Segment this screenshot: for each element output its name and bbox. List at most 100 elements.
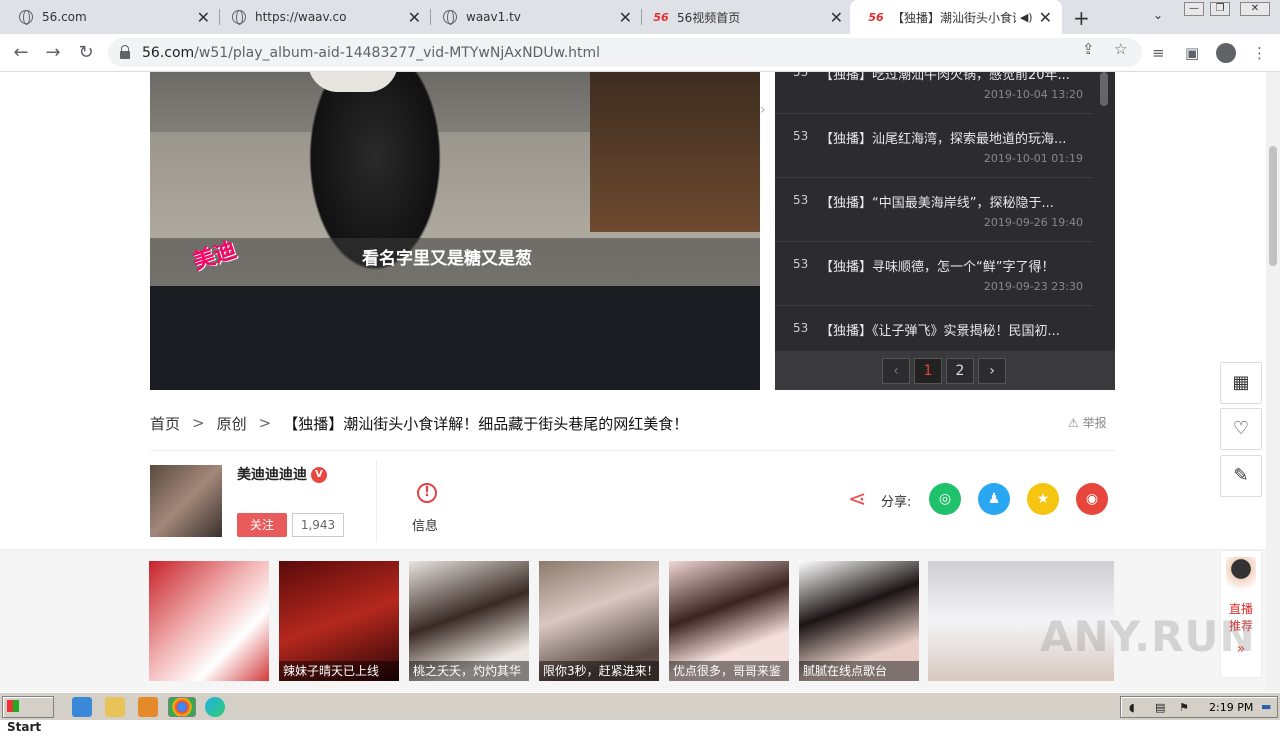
follow-button[interactable]: 关注 — [237, 513, 287, 537]
chevron-down-icon[interactable]: ⌄ — [1153, 8, 1163, 22]
playlist-item-date: 2019-10-04 13:20 — [983, 88, 1083, 101]
start-button[interactable]: Start — [2, 696, 54, 734]
playlist-item[interactable]: 53 【独播】寻味顺德，怎一个“鲜”字了得！ 2019-09-23 23:30 — [775, 242, 1093, 306]
profile-avatar[interactable] — [1216, 43, 1236, 63]
share-page-icon[interactable]: ⇪ — [1082, 40, 1095, 58]
media-player-icon[interactable] — [138, 697, 158, 717]
wechat-share-icon[interactable]: ◎ — [929, 483, 961, 515]
tab-title: 56.com — [42, 10, 87, 24]
verified-badge-icon: V — [311, 467, 327, 483]
playlist-item-title: 【独播】“中国最美海岸线”，探秘隐于... — [820, 196, 1054, 211]
address-bar[interactable]: 56.com/w51/play_album-aid-14483277_vid-M… — [108, 38, 1142, 67]
follower-count: 1,943 — [292, 513, 344, 537]
playlist-item-date: 2019-10-01 01:19 — [983, 152, 1083, 165]
new-tab-button[interactable]: + — [1073, 6, 1090, 30]
playlist-panel: 53 【独播】吃过潮汕牛肉火锅，感觉前20年... 2019-10-04 13:… — [775, 72, 1115, 390]
start-label: Start — [7, 720, 42, 734]
playlist-item[interactable]: 53 【独播】汕尾红海湾，探索最地道的玩海... 2019-10-01 01:1… — [775, 114, 1093, 178]
page-content: 看名字里又是糖又是葱 美迪 › 53 【独播】吃过潮汕牛肉火锅，感觉前20年..… — [0, 72, 1266, 692]
close-icon[interactable]: ✕ — [619, 8, 632, 27]
qr-code-icon[interactable]: ▦ — [1220, 362, 1262, 404]
feedback-icon[interactable]: ✎ — [1220, 455, 1262, 497]
qzone-share-icon[interactable]: ★ — [1027, 483, 1059, 515]
playlist-item[interactable]: 53 【独播】吃过潮汕牛肉火锅，感觉前20年... 2019-10-04 13:… — [775, 72, 1093, 114]
windows-taskbar: Start ◖ ▤ ⚑ 2:19 PM ▬ — [0, 692, 1280, 734]
menu-icon[interactable]: ⋮ — [1252, 44, 1267, 62]
playlist-item-title: 【独播】汕尾红海湾，探索最地道的玩海... — [820, 132, 1067, 147]
playlist-item-num: 53 — [793, 321, 809, 335]
video-title: 【独播】潮汕街头小食详解！细品藏于街头巷尾的网红美食！ — [283, 414, 689, 433]
page-2-button[interactable]: 2 — [946, 358, 974, 384]
media-control-icon[interactable]: ≡ — [1152, 44, 1165, 62]
breadcrumb-home[interactable]: 首页 — [150, 413, 180, 434]
ie-icon[interactable] — [72, 697, 92, 717]
volume-icon[interactable]: ◖ — [1129, 701, 1135, 714]
lightbulb-icon[interactable]: ♡ — [1220, 408, 1262, 450]
lock-icon — [120, 45, 130, 59]
playlist-item-date: 2019-09-23 23:30 — [983, 280, 1083, 293]
playlist-item-title: 【独播】寻味顺德，怎一个“鲜”字了得！ — [820, 260, 1055, 275]
maximize-button[interactable]: ❐ — [1210, 2, 1230, 16]
tab-56com[interactable]: 56.com ✕ — [0, 0, 220, 34]
recommend-caption: 限你3秒，赶紧进来！ — [539, 661, 659, 681]
speaker-icon[interactable]: ◀) — [1020, 11, 1033, 24]
forward-icon[interactable]: → — [42, 42, 64, 63]
recommend-caption: 桃之夭夭，灼灼其华 — [409, 661, 529, 681]
playlist-item-title: 【独播】《让子弹飞》实景揭秘！民国初... — [820, 324, 1060, 339]
tab-waav1-tv[interactable]: waav1.tv ✕ — [424, 0, 642, 34]
qq-share-icon[interactable]: ♟ — [978, 483, 1010, 515]
globe-icon — [442, 9, 458, 25]
recommend-card[interactable]: 优点很多，哥哥来鉴 — [669, 561, 789, 681]
close-window-button[interactable]: ✕ — [1240, 2, 1270, 16]
info-label[interactable]: 信息 — [412, 515, 438, 534]
next-page-button[interactable]: › — [978, 358, 1006, 384]
recommend-caption: 辣妹子晴天已上线 — [279, 661, 399, 681]
page-1-button[interactable]: 1 — [914, 358, 942, 384]
playlist-pager: ‹ 1 2 › — [775, 351, 1115, 390]
recommend-caption: 优点很多，哥哥来鉴 — [669, 661, 789, 681]
playlist-item[interactable]: 53 【独播】“中国最美海岸线”，探秘隐于... 2019-09-26 19:4… — [775, 178, 1093, 242]
tab-waav-co[interactable]: https://waav.co ✕ — [213, 0, 431, 34]
close-icon[interactable]: ✕ — [830, 8, 843, 27]
url-path: /w51/play_album-aid-14483277_vid-MTYwNjA… — [194, 44, 601, 61]
desktop-icon[interactable]: ▬ — [1261, 700, 1271, 713]
weibo-share-icon[interactable]: ◉ — [1076, 483, 1108, 515]
tab-title: 【独播】潮汕街头小食详解 — [892, 10, 1016, 25]
tab-active-video[interactable]: 56 【独播】潮汕街头小食详解 ◀) ✕ — [850, 0, 1062, 34]
recommend-card[interactable]: 限你3秒，赶紧进来！ — [539, 561, 659, 681]
report-button[interactable]: ⚠ 举报 — [1068, 414, 1107, 431]
prev-page-button[interactable]: ‹ — [882, 358, 910, 384]
playlist-scrollbar[interactable] — [1100, 72, 1108, 106]
folder-icon[interactable] — [105, 697, 125, 717]
recommend-card[interactable]: 腻腻在线点歌台 — [799, 561, 919, 681]
minimize-button[interactable]: — — [1184, 2, 1204, 16]
anyrun-watermark: ANY.RUN — [1040, 612, 1256, 661]
edge-icon[interactable] — [205, 697, 225, 717]
scrollbar-thumb[interactable] — [1269, 146, 1277, 266]
report-label: 举报 — [1082, 416, 1107, 430]
uploader-avatar[interactable] — [150, 465, 222, 537]
recommend-card[interactable]: 辣妹子晴天已上线 — [279, 561, 399, 681]
chrome-icon[interactable] — [168, 697, 196, 717]
chevron-right-icon[interactable]: › — [760, 102, 774, 132]
url-host: 56.com — [142, 44, 195, 61]
close-icon[interactable]: ✕ — [1039, 8, 1052, 27]
close-icon[interactable]: ✕ — [197, 8, 210, 27]
page-scrollbar[interactable] — [1266, 72, 1280, 692]
star-icon[interactable]: ☆ — [1114, 40, 1127, 58]
back-icon[interactable]: ← — [10, 42, 32, 63]
recommend-card[interactable] — [149, 561, 269, 681]
close-icon[interactable]: ✕ — [408, 8, 421, 27]
flag-icon[interactable]: ⚑ — [1179, 701, 1189, 714]
info-icon[interactable]: ! — [417, 483, 437, 503]
video-player[interactable]: 看名字里又是糖又是葱 美迪 › — [150, 72, 766, 390]
breadcrumb-category[interactable]: 原创 — [217, 413, 247, 434]
playlist-item-num: 53 — [793, 193, 809, 207]
recommend-card[interactable]: 桃之夭夭，灼灼其华 — [409, 561, 529, 681]
playlist-item-num: 53 — [793, 257, 809, 271]
network-icon[interactable]: ▤ — [1155, 701, 1165, 714]
reload-icon[interactable]: ↻ — [75, 42, 97, 63]
side-panel-icon[interactable]: ▣ — [1185, 44, 1199, 62]
uploader-name-row[interactable]: 美迪迪迪迪 V — [237, 464, 327, 484]
tab-56-home[interactable]: 56 56视频首页 ✕ — [635, 0, 853, 34]
